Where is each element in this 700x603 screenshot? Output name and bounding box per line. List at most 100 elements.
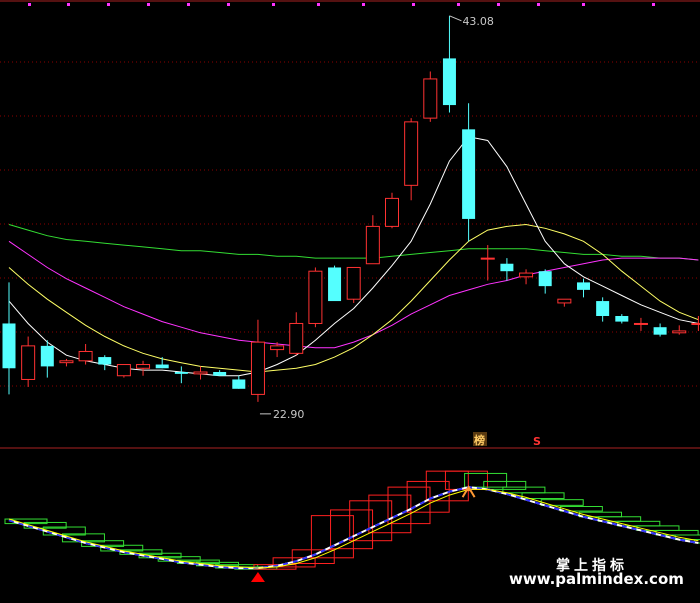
candle-body	[365, 225, 380, 265]
indicator-signal-markers	[250, 485, 476, 583]
top-marker	[28, 3, 31, 6]
candle	[596, 297, 610, 322]
moving-average-lines	[8, 136, 699, 377]
candle-body	[155, 364, 169, 369]
candle-body	[2, 323, 16, 369]
top-marker	[582, 3, 585, 6]
candle	[98, 355, 112, 371]
candle-body	[442, 58, 456, 106]
indicator-box	[559, 506, 603, 512]
candle	[365, 215, 380, 265]
high-price-label: 43.08	[462, 15, 494, 28]
candle-body	[519, 272, 534, 278]
indicator-box	[464, 472, 508, 488]
candle-body	[232, 379, 246, 389]
grid-lines	[0, 0, 700, 449]
ma-long-line	[8, 224, 699, 261]
top-marker	[537, 3, 540, 6]
candle	[672, 325, 687, 335]
candle	[653, 323, 667, 337]
indicator-box	[636, 525, 680, 531]
candle-body	[78, 350, 93, 362]
candle	[462, 103, 476, 242]
candle	[633, 317, 648, 331]
candle	[308, 267, 323, 328]
candle-body	[250, 341, 265, 395]
candle	[174, 366, 188, 384]
candle-body	[116, 364, 131, 377]
candle-body	[346, 266, 361, 300]
candle-body	[174, 372, 188, 374]
candle-body	[672, 330, 687, 334]
candle-body	[59, 360, 74, 364]
indicator-box	[483, 480, 527, 490]
candle	[136, 360, 151, 376]
top-marker	[457, 3, 460, 6]
candle	[615, 314, 629, 324]
top-marker	[187, 3, 190, 6]
candle-body	[136, 364, 151, 369]
candle	[232, 375, 246, 389]
price-labels: 43.08 22.90	[259, 15, 494, 421]
candle	[577, 278, 590, 298]
candle-body	[538, 271, 552, 287]
candle-body	[691, 322, 700, 325]
indicator-box	[387, 486, 431, 525]
candle-body	[404, 121, 419, 186]
top-markers	[28, 3, 655, 6]
tag-a-text: 榜	[474, 433, 485, 447]
candle-body	[385, 197, 399, 227]
top-marker	[147, 3, 150, 6]
buy-marker-icon	[250, 572, 265, 583]
candle	[423, 71, 438, 122]
candle-body	[289, 322, 304, 354]
candle	[59, 358, 74, 367]
watermark-url: www.palmindex.com	[509, 570, 684, 588]
watermark: 掌上指标 www.palmindex.com	[509, 557, 684, 588]
candle	[289, 312, 304, 356]
indicator-box	[579, 511, 622, 518]
top-marker	[107, 3, 110, 6]
candle	[519, 269, 534, 285]
chart-screen: 43.08 22.90 榜 S 掌上指标 www.palmindex.com	[0, 0, 700, 603]
candle-body	[98, 357, 112, 365]
candle-body	[328, 267, 342, 302]
candle	[40, 340, 54, 378]
candle	[404, 118, 419, 201]
signal-tags: 榜 S	[473, 432, 541, 448]
candle	[442, 15, 456, 113]
indicator-box	[598, 516, 642, 522]
candle-body	[213, 372, 227, 376]
candle	[346, 266, 361, 303]
candle	[328, 265, 342, 302]
candle	[21, 336, 36, 387]
candle-body	[596, 301, 610, 316]
candle-body	[653, 327, 667, 335]
candle	[193, 366, 208, 380]
candle-body	[308, 270, 323, 324]
candle-body	[577, 282, 590, 290]
low-price-label: 22.90	[273, 408, 305, 421]
candle-body	[557, 298, 572, 304]
top-marker	[362, 3, 365, 6]
candle-body	[270, 345, 285, 351]
candle-body	[462, 129, 476, 219]
top-marker	[497, 3, 500, 6]
candle-body	[21, 345, 36, 380]
candle-body	[615, 316, 629, 322]
candle	[213, 370, 227, 376]
indicator-box	[655, 529, 699, 536]
candle	[155, 357, 169, 369]
top-marker	[317, 3, 320, 6]
candle-body	[423, 78, 438, 119]
top-marker	[67, 3, 70, 6]
candle-body	[193, 371, 208, 375]
candle	[250, 319, 265, 402]
candlestick-series	[2, 15, 700, 402]
indicator-box	[617, 520, 661, 527]
indicator-box	[310, 515, 354, 559]
candle	[500, 258, 514, 281]
high-price-leader	[449, 15, 462, 22]
stock-chart-canvas: 43.08 22.90 榜 S 掌上指标 www.palmindex.com	[0, 0, 700, 588]
candle-body	[480, 257, 495, 260]
